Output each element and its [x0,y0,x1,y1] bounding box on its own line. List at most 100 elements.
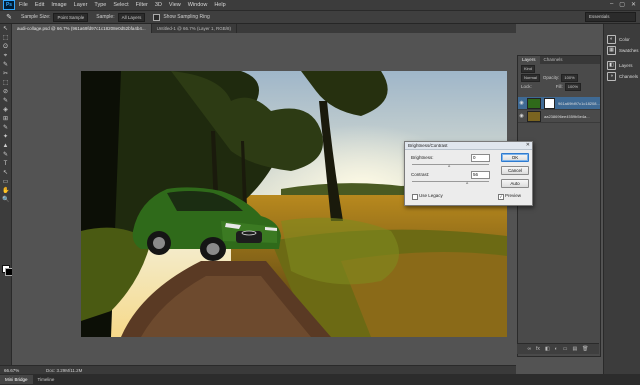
auto-button[interactable]: Auto [501,179,529,188]
contrast-label: Contrast: [411,172,430,177]
use-legacy-label: Use Legacy [419,193,443,198]
brush-tool-icon[interactable]: ✎ [2,98,9,105]
document-tabs: audi-collage.psd @ 66.7% (961a69fd97c1c1… [12,24,516,33]
layer-style-icon[interactable]: fx [536,346,540,352]
slice-tool-icon[interactable]: ✂ [2,71,9,78]
tab-mini-bridge[interactable]: Mini Bridge [0,375,33,384]
contrast-input[interactable]: 56 [471,171,490,179]
opacity-label: Opacity: [542,75,560,80]
brightness-label: Brightness: [411,155,434,160]
menu-filter[interactable]: Filter [136,2,148,8]
close-icon[interactable]: ✕ [631,1,636,8]
brightness-input[interactable]: 0 [471,154,490,162]
dodge-tool-icon[interactable]: ✎ [2,152,9,159]
swatches-icon: ▦ [607,45,616,55]
tab-layers[interactable]: Layers [518,56,540,64]
eraser-tool-icon[interactable]: ✎ [2,125,9,132]
contrast-slider[interactable] [412,181,489,182]
tools-panel: ↖ ⬚ ʘ ⌖ ✎ ✂ ⬚ ⊘ ✎ ◈ ⊞ ✎ ✦ ▲ ✎ T ↖ ▭ ✋ 🔍 [0,24,12,372]
menu-select[interactable]: Select [113,2,128,8]
tab-channels[interactable]: Channels [540,56,567,64]
workspace-select[interactable]: Essentials [585,12,636,22]
clone-stamp-tool-icon[interactable]: ◈ [2,107,9,114]
tab-timeline[interactable]: Timeline [33,375,60,384]
dock-swatches[interactable]: ▦ Swatches [607,45,640,55]
move-tool-icon[interactable]: ↖ [2,26,9,33]
ok-button[interactable]: OK [501,153,529,162]
fill-label: Fill: [555,84,563,89]
type-tool-icon[interactable]: T [2,161,9,168]
menu-view[interactable]: View [169,2,181,8]
visibility-eye-icon[interactable]: ◉ [518,100,525,106]
frame-tool-icon[interactable]: ⬚ [2,80,9,87]
dialog-title[interactable]: Brightness/Contrast [405,142,532,150]
lock-label: Lock: [521,84,532,89]
menu-edit[interactable]: Edit [35,2,44,8]
minimize-icon[interactable]: – [610,1,613,8]
layer-row[interactable]: ◉ 961a69fd97c1c18208... [518,97,600,110]
gradient-tool-icon[interactable]: ✦ [2,134,9,141]
delete-layer-icon[interactable]: 🗑 [582,346,588,352]
close-icon[interactable]: ✕ [526,142,530,148]
blend-mode-select[interactable]: Normal [521,73,540,82]
shape-tool-icon[interactable]: ▭ [2,179,9,186]
path-select-tool-icon[interactable]: ↖ [2,170,9,177]
tab-audi-collage[interactable]: audi-collage.psd @ 66.7% (961a69fd97c1c1… [12,24,152,33]
sampling-ring-label: Show Sampling Ring [163,14,210,20]
dock-color-label: Color [619,36,630,42]
collapsed-panel-dock: ◐ Color ▦ Swatches ◧ Layers ◑ Channels [603,24,640,374]
marquee-tool-icon[interactable]: ⬚ [2,35,9,42]
layer-thumbnail [527,110,541,122]
maximize-icon[interactable]: ▢ [619,1,625,8]
visibility-eye-icon[interactable]: ◉ [518,113,525,119]
layer-name[interactable]: 961a69fd97c1c18208... [558,101,600,106]
eyedropper-icon[interactable]: ✎ [3,13,15,22]
fill-field[interactable]: 100% [564,82,581,91]
blur-tool-icon[interactable]: ▲ [2,143,9,150]
use-legacy-checkbox[interactable] [412,194,418,200]
hand-tool-icon[interactable]: ✋ [2,188,9,195]
dock-channels[interactable]: ◑ Channels [607,71,640,81]
new-layer-icon[interactable]: ▤ [572,346,577,352]
sampling-ring-checkbox[interactable] [153,13,161,21]
add-mask-icon[interactable]: ◧ [545,346,550,352]
healing-brush-tool-icon[interactable]: ⊘ [2,89,9,96]
kind-filter-select[interactable]: Kind [521,64,536,73]
contrast-slider-thumb[interactable]: ▵ [466,180,468,186]
layers-icon: ◧ [607,60,616,70]
history-brush-tool-icon[interactable]: ⊞ [2,116,9,123]
layer-name[interactable]: aa238696ee4559b5e4a... [544,114,590,119]
menu-file[interactable]: File [19,2,28,8]
layer-mask-thumbnail[interactable] [544,97,555,109]
brightness-slider[interactable] [412,164,489,165]
cancel-button[interactable]: Cancel [501,166,529,175]
layer-row[interactable]: ◉ aa238696ee4559b5e4a... [518,110,600,123]
crop-tool-icon[interactable]: ✎ [2,62,9,69]
quick-select-tool-icon[interactable]: ⌖ [2,53,9,60]
opacity-field[interactable]: 100% [561,73,578,82]
menu-help[interactable]: Help [214,2,225,8]
sample-select[interactable]: All Layers [117,12,146,22]
adjustment-layer-icon[interactable]: ◐ [555,346,558,352]
preview-checkbox[interactable]: ✓ [498,194,504,200]
link-layers-icon[interactable]: ∞ [527,346,531,352]
lasso-tool-icon[interactable]: ʘ [2,44,9,51]
sample-size-select[interactable]: Point Sample [53,12,89,22]
menu-layer[interactable]: Layer [74,2,88,8]
menu-type[interactable]: Type [94,2,106,8]
photoshop-logo: Ps [3,0,15,10]
zoom-tool-icon[interactable]: 🔍 [2,197,9,204]
zoom-level[interactable]: 66.67% [4,368,26,373]
menu-window[interactable]: Window [188,2,208,8]
menu-3d[interactable]: 3D [155,2,162,8]
dock-layers[interactable]: ◧ Layers [607,60,640,70]
new-group-icon[interactable]: ▭ [563,346,568,352]
menu-image[interactable]: Image [51,2,66,8]
layers-panel: Layers Channels Kind Normal Opacity: 100… [517,55,601,357]
doc-size[interactable]: Doc: 3.29M/11.2M [46,368,82,373]
dock-color[interactable]: ◐ Color [607,34,640,44]
tab-untitled-1[interactable]: Untitled-1 @ 66.7% (Layer 1, RGB/8) [152,24,238,33]
options-bar: ✎ Sample Size: Point Sample Sample: All … [0,11,640,24]
brightness-slider-thumb[interactable]: ▵ [448,163,450,169]
color-icon: ◐ [607,34,616,44]
